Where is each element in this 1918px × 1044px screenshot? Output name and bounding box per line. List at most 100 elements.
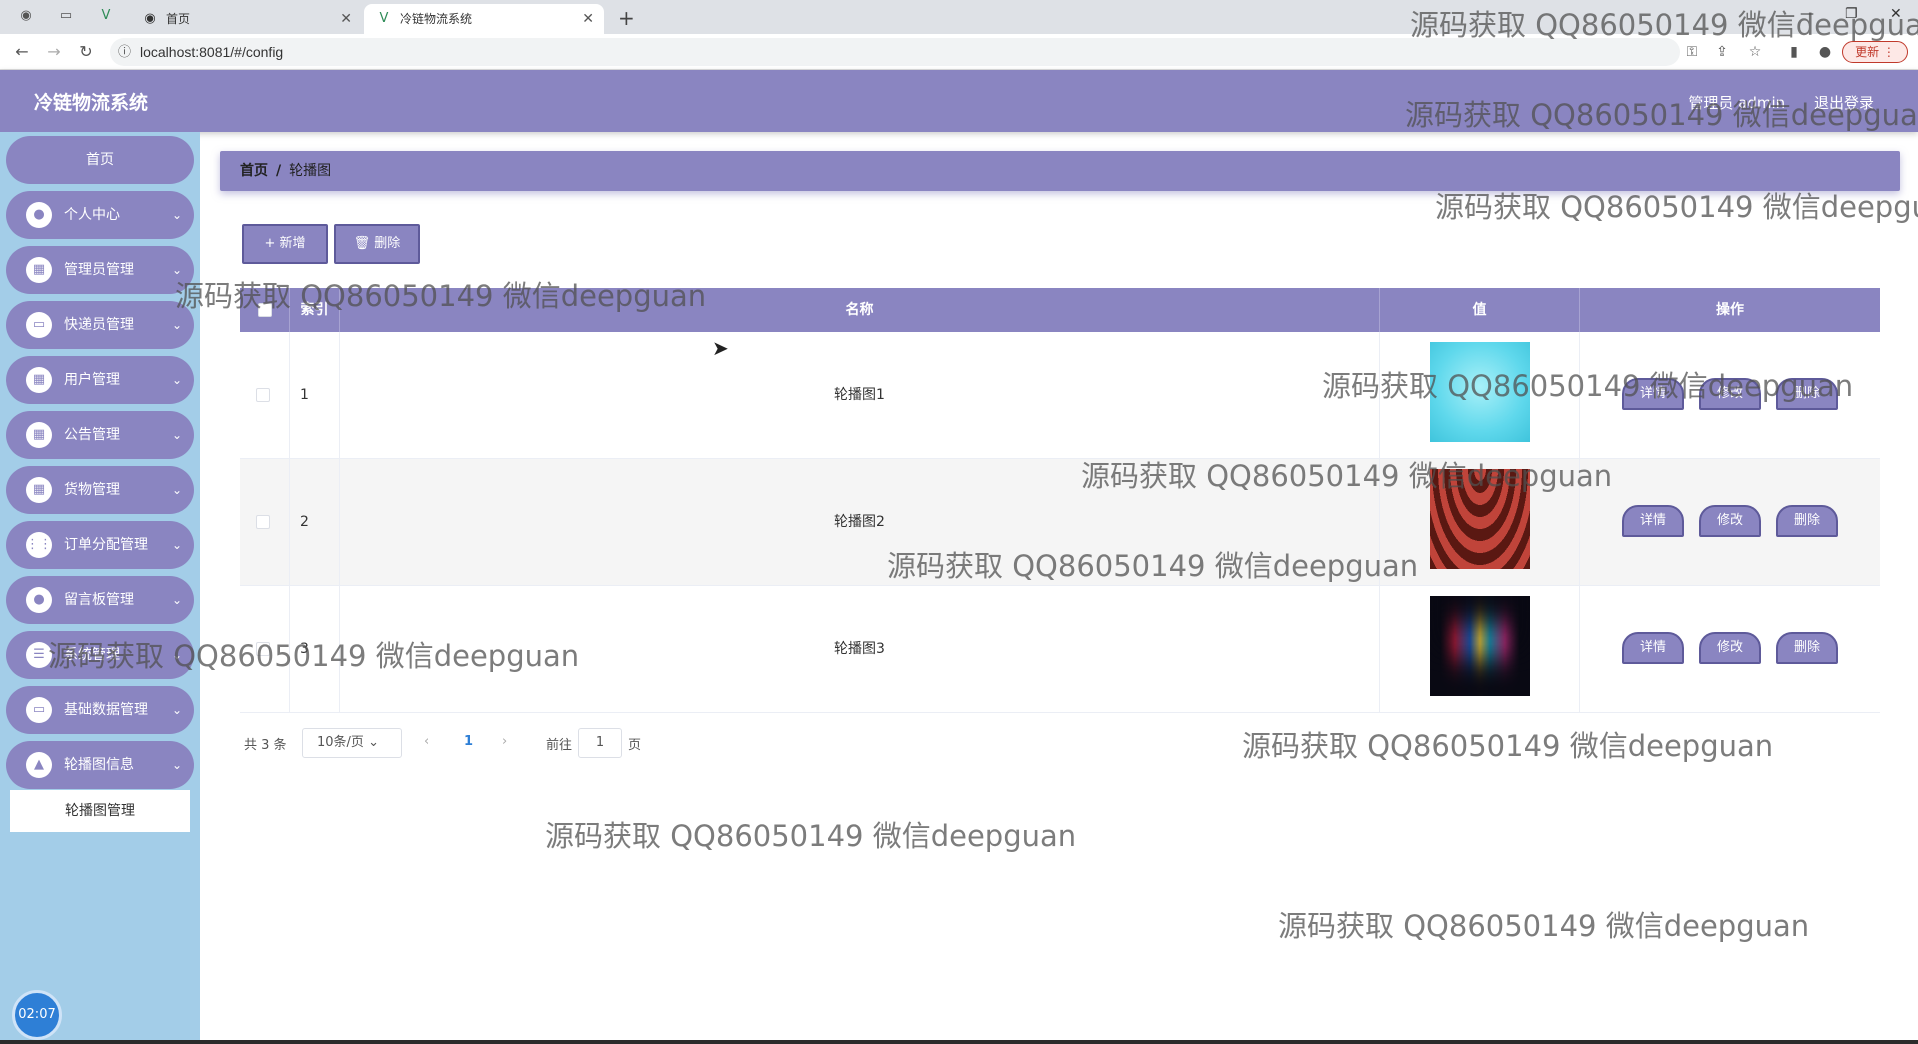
row-name: 轮播图2 [340, 459, 1380, 586]
sidebar-item-system[interactable]: ☰ 系统管理 ⌄ [6, 631, 194, 679]
row-delete-button[interactable]: 删除 [1776, 632, 1838, 664]
detail-button[interactable]: 详情 [1622, 632, 1684, 664]
row-delete-button[interactable]: 删除 [1776, 505, 1838, 537]
chevron-down-icon: ⌄ [171, 703, 182, 717]
sidebar: 首页 ● 个人中心 ⌄ ▦ 管理员管理 ⌄ ▭ 快递员管理 ⌄ ▦ 用户管理 ⌄… [0, 132, 200, 1044]
row-index: 3 [290, 586, 340, 713]
delete-button[interactable]: 🗑 删除 [334, 224, 420, 264]
minimize-icon[interactable]: — [1800, 6, 1814, 22]
chevron-down-icon: ⌄ [171, 648, 182, 662]
row-index: 2 [290, 459, 340, 586]
sidebar-item-basic-data[interactable]: ▭ 基础数据管理 ⌄ [6, 686, 194, 734]
chevron-down-icon: ⌄ [171, 208, 182, 222]
sidebar-item-notices[interactable]: ▦ 公告管理 ⌄ [6, 411, 194, 459]
key-icon[interactable]: ⚿ [1683, 43, 1701, 61]
blank-page-icon[interactable]: ▭ [58, 8, 74, 24]
header-user-area: 管理员 admin 退出登录 [1664, 92, 1874, 113]
user-icon: ● [26, 202, 52, 228]
chevron-down-icon: ⌄ [171, 758, 182, 772]
sidebar-item-orders[interactable]: ⋮⋮ 订单分配管理 ⌄ [6, 521, 194, 569]
sidebar-subitem-carousel-manage[interactable]: 轮播图管理 [10, 790, 190, 832]
watermark-text: 源码获取 QQ86050149 微信deepguan [1278, 909, 1810, 943]
sidebar-item-messages[interactable]: ● 留言板管理 ⌄ [6, 576, 194, 624]
new-tab-button[interactable]: + [618, 4, 635, 32]
table-header: 索引 名称 值 操作 [240, 288, 1880, 332]
info-icon[interactable]: ⓘ [118, 38, 131, 66]
detail-button[interactable]: 详情 [1622, 378, 1684, 410]
select-all-checkbox[interactable] [258, 303, 272, 317]
carousel-thumbnail[interactable] [1430, 469, 1530, 569]
star-icon[interactable]: ☆ [1746, 43, 1764, 61]
table-row: 2 轮播图2 详情 修改 删除 [240, 459, 1880, 586]
url-field[interactable]: ⓘ localhost:8081/#/config [110, 38, 1680, 66]
tab-cold-chain[interactable]: V 冷链物流系统 ✕ [364, 4, 604, 34]
page-size-select[interactable]: 10条/页 ⌄ [302, 728, 402, 758]
app-title: 冷链物流系统 [34, 92, 149, 114]
row-index: 1 [290, 332, 340, 459]
chevron-down-icon: ⌄ [368, 735, 379, 750]
update-button[interactable]: 更新 ⋮ [1842, 41, 1908, 63]
edit-button[interactable]: 修改 [1699, 505, 1761, 537]
carousel-thumbnail[interactable] [1430, 342, 1530, 442]
close-icon[interactable]: ✕ [582, 4, 594, 34]
edit-button[interactable]: 修改 [1699, 632, 1761, 664]
sidebar-item-admins[interactable]: ▦ 管理员管理 ⌄ [6, 246, 194, 294]
vue-icon[interactable]: V [98, 8, 114, 24]
prev-page-icon[interactable]: ‹ [424, 734, 429, 749]
row-select-cell [240, 586, 290, 713]
sidebar-item-users[interactable]: ▦ 用户管理 ⌄ [6, 356, 194, 404]
chevron-down-icon: ⌄ [171, 428, 182, 442]
sidebar-item-personal[interactable]: ● 个人中心 ⌄ [6, 191, 194, 239]
edit-button[interactable]: 修改 [1699, 378, 1761, 410]
sidebar-item-carousel[interactable]: ▲ 轮播图信息 ⌄ [6, 741, 194, 789]
grid-icon: ▦ [26, 257, 52, 283]
back-icon[interactable]: ← [12, 42, 32, 62]
address-bar-row: ← → ↻ ⓘ localhost:8081/#/config ⚿ ⇪ ☆ ▮ … [0, 34, 1918, 70]
carousel-thumbnail[interactable] [1430, 596, 1530, 696]
row-delete-button[interactable]: 删除 [1776, 378, 1838, 410]
detail-button[interactable]: 详情 [1622, 505, 1684, 537]
chevron-down-icon: ⌄ [171, 593, 182, 607]
page-unit-label: 页 [628, 738, 642, 753]
next-page-icon[interactable]: › [502, 734, 507, 749]
monitor-icon: ▭ [26, 312, 52, 338]
header-name: 名称 [340, 288, 1380, 332]
sidebar-item-couriers[interactable]: ▭ 快递员管理 ⌄ [6, 301, 194, 349]
pagination-total: 共 3 条 [244, 738, 287, 753]
reload-icon[interactable]: ↻ [76, 42, 96, 62]
app-header: 冷链物流系统 管理员 admin 退出登录 [0, 70, 1918, 132]
grid-icon: ▦ [26, 367, 52, 393]
row-checkbox[interactable] [256, 515, 270, 529]
row-checkbox[interactable] [256, 642, 270, 656]
page-number[interactable]: 1 [464, 734, 473, 749]
chevron-down-icon: ⌄ [171, 263, 182, 277]
page-jump-input[interactable]: 1 [578, 728, 622, 758]
row-name: 轮播图1 [340, 332, 1380, 459]
sidebar-item-goods[interactable]: ▦ 货物管理 ⌄ [6, 466, 194, 514]
profile-icon[interactable]: ● [1816, 43, 1834, 61]
sidebar-item-home[interactable]: 首页 [6, 136, 194, 184]
add-button[interactable]: + 新增 [242, 224, 328, 264]
monitor-icon: ▭ [26, 697, 52, 723]
breadcrumb-home[interactable]: 首页 [240, 163, 268, 179]
apps-icon: ⋮⋮ [26, 532, 52, 558]
globe-icon: ◉ [144, 11, 156, 26]
share-icon[interactable]: ⇪ [1713, 43, 1731, 61]
close-icon[interactable]: ✕ [340, 4, 352, 34]
browser-tab-bar: ◉ ▭ V ◉ 首页 ✕ V 冷链物流系统 ✕ + — ❐ ✕ [0, 0, 1918, 34]
breadcrumb-separator: / [276, 163, 282, 179]
chevron-down-icon: ⌄ [171, 483, 182, 497]
header-ops: 操作 [1716, 302, 1744, 318]
logout-link[interactable]: 退出登录 [1814, 94, 1874, 112]
globe-icon[interactable]: ◉ [18, 8, 34, 24]
breadcrumb-current: 轮播图 [289, 163, 332, 179]
watermark-text: 源码获取 QQ86050149 微信deepguan [545, 819, 1077, 853]
row-checkbox[interactable] [256, 388, 270, 402]
window-close-icon[interactable]: ✕ [1890, 6, 1902, 22]
restore-icon[interactable]: ❐ [1845, 6, 1858, 22]
chevron-down-icon: ⌄ [171, 373, 182, 387]
tab-home[interactable]: ◉ 首页 ✕ [130, 4, 362, 34]
image-icon: ▲ [26, 752, 52, 778]
forward-icon[interactable]: → [44, 42, 64, 62]
sidepanel-icon[interactable]: ▮ [1785, 43, 1803, 61]
